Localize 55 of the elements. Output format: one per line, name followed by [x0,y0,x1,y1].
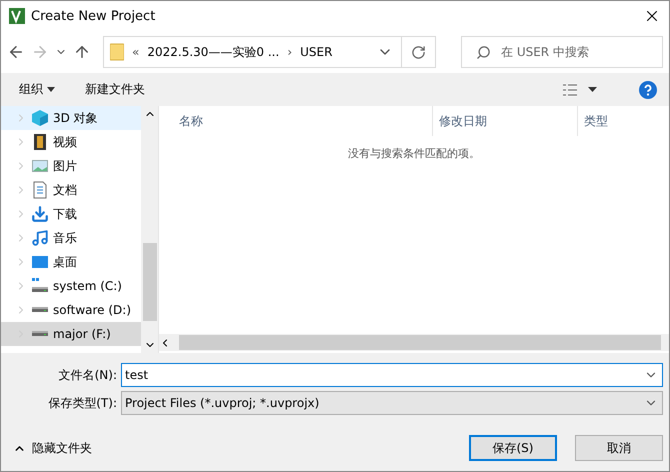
sidebar-item[interactable]: major (F:) [1,322,141,346]
help-icon[interactable] [639,80,657,98]
image-icon [31,157,49,175]
hide-folders-button[interactable]: 隐藏文件夹 [13,440,92,456]
save-button[interactable]: 保存(S) [469,435,557,461]
drive-icon [31,277,49,295]
sidebar-item[interactable]: 下载 [1,202,141,226]
breadcrumb-item: 2022.5.30——实验0 ... [147,44,280,60]
sidebar-item[interactable]: 图片 [1,154,141,178]
search-field[interactable]: 在 USER 中搜索 [461,36,663,68]
caret-icon [47,87,55,92]
caret-icon [588,87,597,92]
cube-icon [31,109,49,127]
column-header[interactable]: 名称 [159,106,433,136]
horizontal-scrollbar[interactable] [159,334,669,351]
forward-button[interactable] [31,43,49,61]
file-type-label: 保存类型(T): [47,394,118,412]
new-folder-button[interactable]: 新建文件夹 [85,81,145,98]
search-placeholder: 在 USER 中搜索 [501,44,589,60]
desktop-icon [31,253,49,271]
column-header[interactable]: 修改日期 [433,106,578,136]
refresh-icon [411,44,426,60]
up-button[interactable] [73,43,91,61]
cancel-button[interactable]: 取消 [575,435,663,461]
file-type-dropdown[interactable]: Project Files (*.uvproj; *.uvprojx) [121,391,663,415]
sidebar-item[interactable]: system (C:) [1,274,141,298]
sidebar-item[interactable]: 3D 对象 [1,106,141,130]
search-icon [476,44,491,60]
filename-label: 文件名(N): [58,366,118,384]
address-bar[interactable]: « 2022.5.30——实验0 ... › USER [103,36,436,68]
overflow-chevron: « [132,45,140,59]
sidebar-item[interactable]: 视频 [1,130,141,154]
film-icon [31,133,49,151]
music-note-icon [31,229,49,247]
drive-icon [31,331,49,337]
sidebar-item[interactable]: 文档 [1,178,141,202]
sidebar-item[interactable]: 桌面 [1,250,141,274]
breadcrumb-item: USER [300,45,332,59]
empty-message: 没有与搜索条件匹配的项。 [348,146,480,162]
drive-icon [31,307,49,313]
folder-icon [110,43,124,61]
sidebar-item[interactable]: 音乐 [1,226,141,250]
forward-arrow-icon [31,43,49,61]
organize-menu-button[interactable]: 组织 [19,81,55,98]
window-title: Create New Project [31,8,156,24]
list-view-icon [562,82,578,96]
document-icon [31,181,49,199]
download-icon [31,205,49,223]
breadcrumb-separator: › [287,45,292,59]
filename-field[interactable]: test [121,363,663,387]
column-header[interactable]: 类型 [578,106,664,136]
app-logo-icon [9,8,25,24]
view-options-button[interactable] [562,82,597,96]
back-button[interactable] [7,43,25,61]
sidebar-item[interactable]: software (D:) [1,298,141,322]
